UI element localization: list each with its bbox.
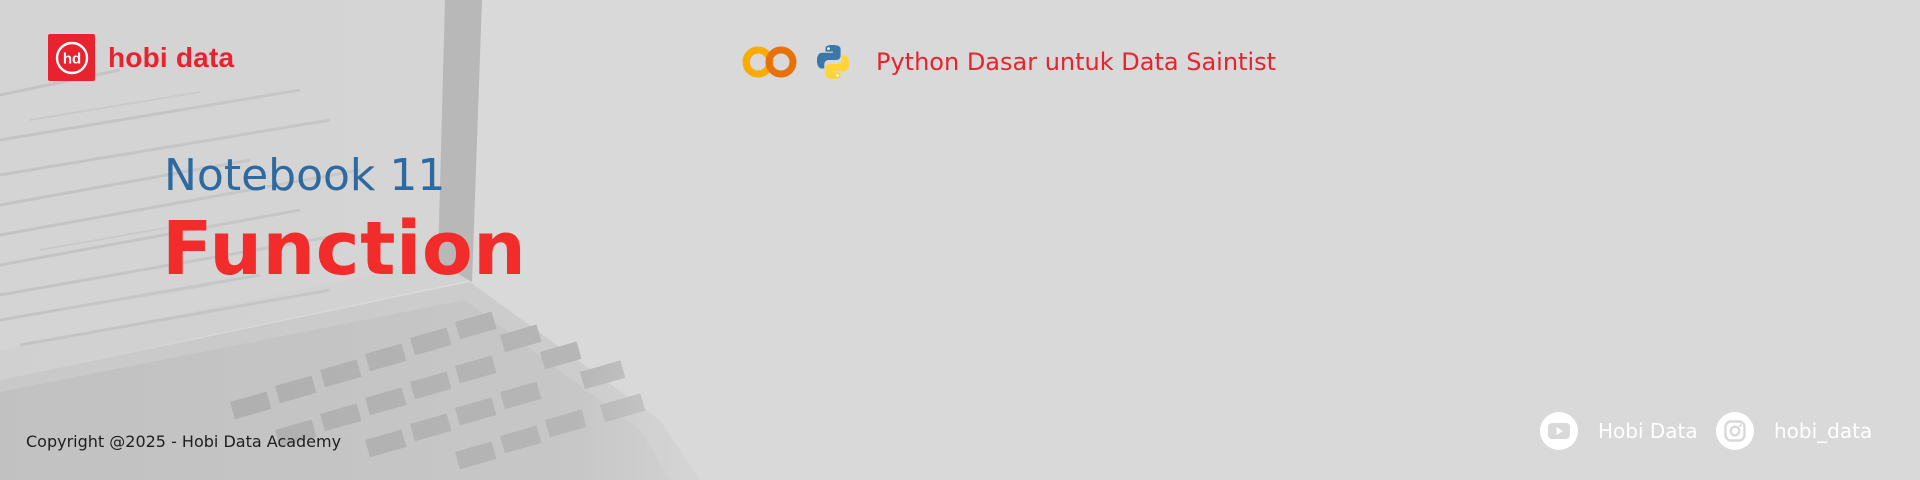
colab-icon: [742, 46, 797, 78]
course-banner: hd hobi data Python Dasar untuk Data Sai…: [0, 0, 1920, 480]
course-header: Python Dasar untuk Data Saintist: [742, 44, 1276, 80]
brand-logo[interactable]: hd hobi data: [48, 34, 234, 81]
youtube-icon: [1548, 423, 1570, 439]
instagram-label: hobi_data: [1774, 419, 1873, 443]
brand-name: hobi data: [108, 41, 235, 73]
youtube-label: Hobi Data: [1598, 419, 1698, 443]
youtube-link[interactable]: Hobi Data: [1540, 412, 1698, 450]
hd-logo-icon: hd: [48, 34, 95, 81]
notebook-title: Function: [162, 206, 527, 292]
copyright-text: Copyright @2025 - Hobi Data Academy: [26, 432, 342, 451]
course-title: Python Dasar untuk Data Saintist: [876, 48, 1277, 76]
notebook-label: Notebook 11: [164, 150, 446, 201]
python-icon: [817, 45, 849, 79]
instagram-link[interactable]: hobi_data: [1716, 412, 1872, 450]
logo-mark-text: hd: [62, 50, 80, 67]
instagram-icon: [1724, 420, 1746, 442]
